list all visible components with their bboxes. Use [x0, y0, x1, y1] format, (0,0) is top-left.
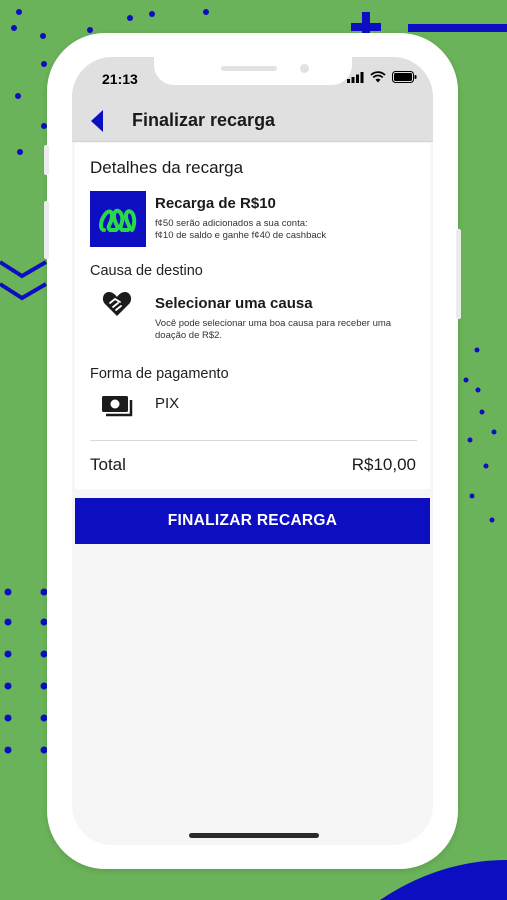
payment-heading: Forma de pagamento [90, 366, 229, 382]
order-summary-card: Detalhes da recarga Recarga de R$10 f¢50… [75, 143, 430, 489]
phone-side-button [456, 229, 461, 319]
app-screen: 21:13 Finalizar recarga Detalhes da reca… [72, 57, 433, 845]
recharge-line-2: f¢10 de saldo e ganhe f¢40 de cashback [155, 230, 327, 241]
app-logo-icon [99, 208, 137, 232]
home-indicator[interactable] [189, 833, 319, 838]
total-label: Total [90, 455, 126, 474]
payment-method-label: PIX [155, 395, 180, 412]
select-cause-description: Você pode selecionar uma boa causa para … [155, 318, 392, 341]
status-icons [347, 71, 417, 83]
page-title: Finalizar recarga [132, 110, 276, 130]
phone-side-button [44, 201, 49, 259]
summary-divider [90, 440, 417, 441]
recharge-title: Recarga de R$10 [155, 195, 276, 212]
wifi-icon [370, 71, 386, 83]
select-cause-title: Selecionar uma causa [155, 295, 313, 312]
phone-notch [154, 57, 352, 85]
phone-frame: 21:13 Finalizar recarga Detalhes da reca… [44, 33, 461, 869]
payment-icon-wrap [99, 388, 135, 424]
phone-side-button [44, 145, 49, 175]
recharge-logo [90, 191, 146, 247]
speaker-grille [221, 66, 277, 71]
back-button[interactable] [90, 109, 112, 133]
finalize-recharge-button[interactable]: FINALIZAR RECARGA [75, 498, 430, 544]
heart-handshake-icon [102, 292, 132, 316]
battery-icon [392, 71, 417, 83]
details-heading: Detalhes da recarga [90, 158, 244, 177]
cause-heading: Causa de destino [90, 263, 203, 279]
front-camera [300, 64, 309, 73]
nav-bar: Finalizar recarga [72, 101, 433, 142]
recharge-line-1: f¢50 serão adicionados a sua conta: [155, 218, 308, 229]
total-value: R$10,00 [351, 455, 416, 474]
chevron-left-icon [91, 110, 103, 132]
cash-icon [102, 396, 133, 417]
cause-icon-wrap [99, 286, 135, 322]
status-time: 21:13 [102, 71, 138, 87]
